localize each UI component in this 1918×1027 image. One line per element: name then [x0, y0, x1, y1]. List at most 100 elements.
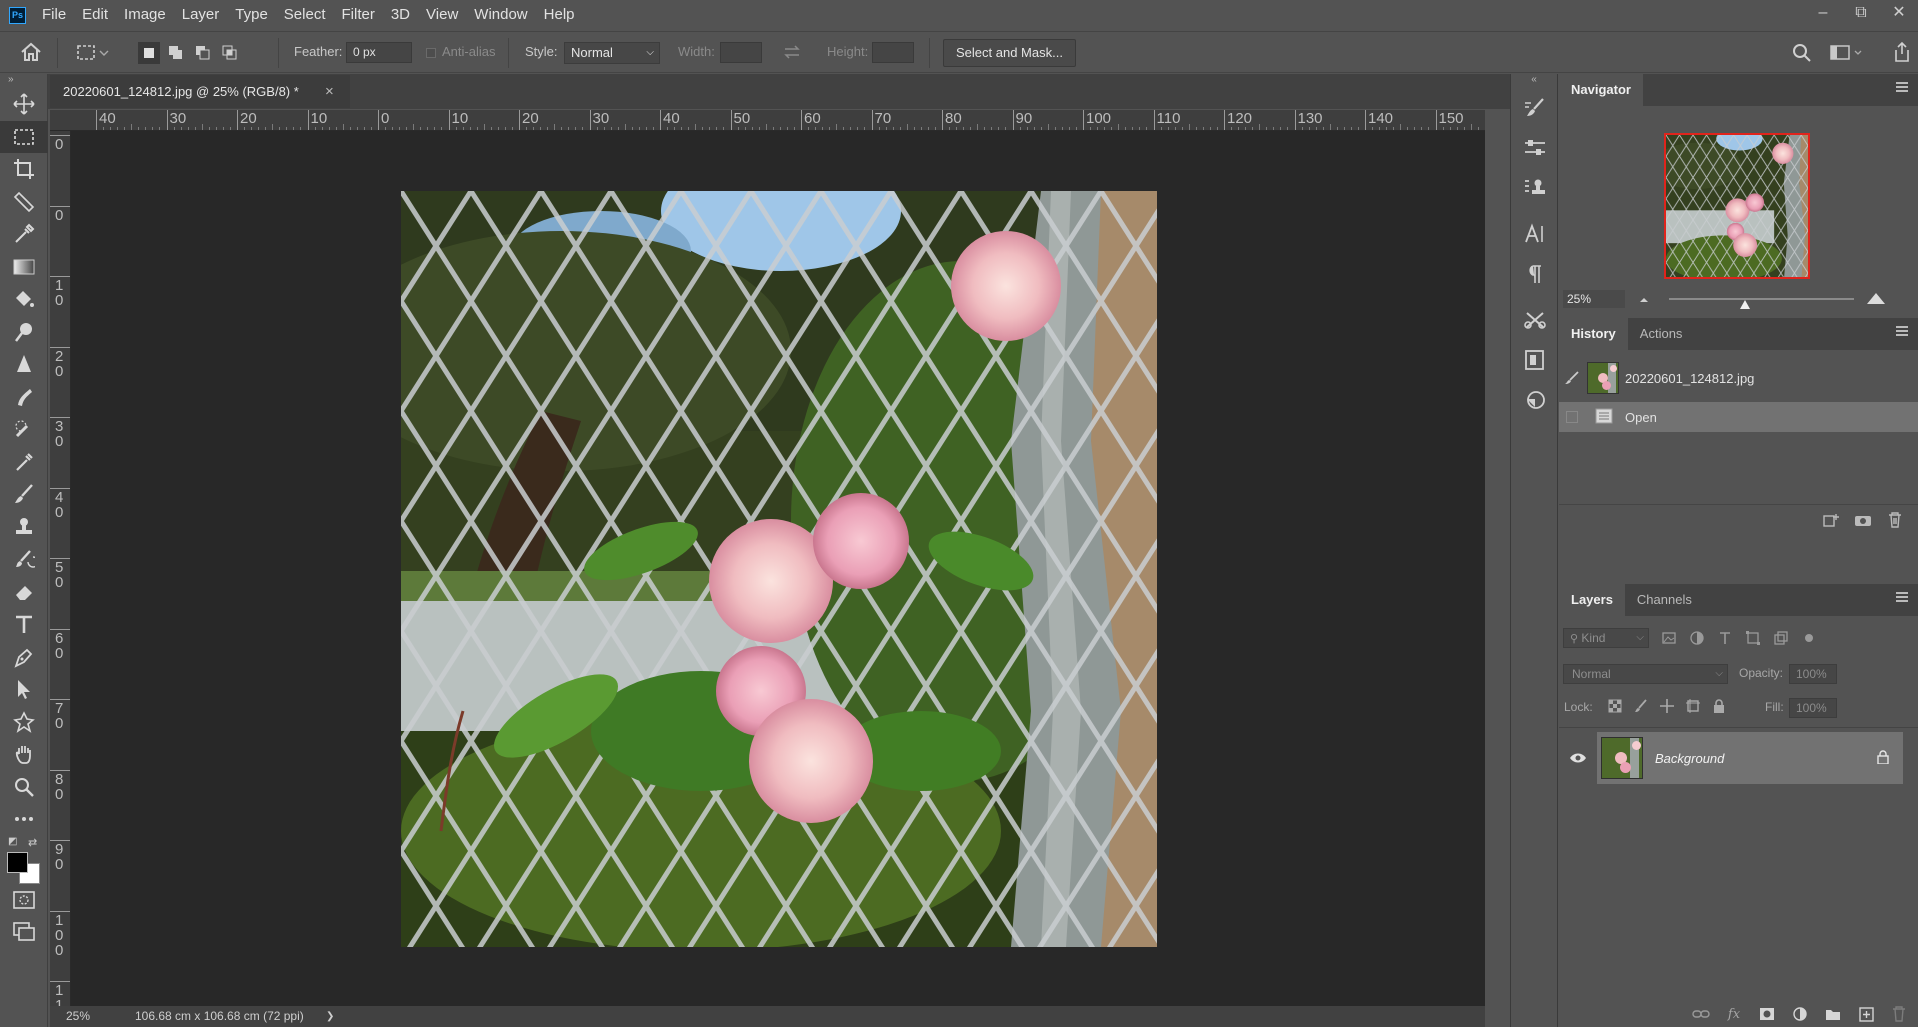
marquee-icon[interactable]	[0, 120, 48, 153]
tab-layers[interactable]: Layers	[1559, 584, 1625, 616]
sharpen-icon[interactable]	[0, 348, 48, 381]
menu-view[interactable]: View	[418, 0, 466, 30]
navigator-thumbnail[interactable]	[1664, 133, 1810, 279]
dodge-icon[interactable]	[0, 316, 48, 349]
zoom-out-icon[interactable]	[1637, 292, 1651, 308]
lock-artboard-icon[interactable]	[1685, 698, 1701, 714]
intersect-selection-icon[interactable]	[219, 42, 241, 64]
type-filter-icon[interactable]	[1717, 630, 1733, 646]
fill-input[interactable]: 100%	[1789, 698, 1837, 718]
camera-icon[interactable]	[1852, 509, 1874, 531]
menu-filter[interactable]: Filter	[334, 0, 383, 30]
paint-bucket-icon[interactable]	[0, 283, 48, 316]
layers-menu-icon[interactable]	[1896, 592, 1908, 602]
default-colors-icon[interactable]: ◩	[8, 836, 17, 847]
anti-alias-checkbox[interactable]	[426, 48, 436, 58]
new-group-icon[interactable]	[1822, 1003, 1844, 1025]
pen-icon[interactable]	[0, 641, 48, 674]
blend-mode-select[interactable]: Normal ⌵	[1563, 664, 1728, 684]
shapes-panel-icon[interactable]	[1511, 380, 1559, 420]
adjustment-filter-icon[interactable]	[1689, 630, 1705, 646]
new-adjustment-layer-icon[interactable]	[1789, 1003, 1811, 1025]
properties-icon[interactable]	[1511, 340, 1559, 380]
layer-filter-select[interactable]: ⚲ Kind ⌵	[1563, 628, 1649, 648]
history-step-open[interactable]: Open	[1559, 402, 1918, 432]
tool-presets-icon[interactable]	[1511, 300, 1559, 340]
swap-dimensions-icon[interactable]	[782, 44, 802, 63]
spot-healing-icon[interactable]	[0, 413, 48, 446]
menu-edit[interactable]: Edit	[74, 0, 116, 30]
document-image[interactable]	[401, 191, 1157, 947]
menu-select[interactable]: Select	[276, 0, 334, 30]
opacity-input[interactable]: 100%	[1789, 664, 1837, 684]
menu-window[interactable]: Window	[466, 0, 535, 30]
brush-icon[interactable]	[0, 478, 48, 511]
trash-icon[interactable]	[1884, 509, 1906, 531]
new-document-from-state-icon[interactable]	[1820, 509, 1842, 531]
collapse-icons-icon[interactable]: «	[1511, 74, 1557, 88]
marquee-preset-icon[interactable]	[76, 43, 110, 66]
select-and-mask-button[interactable]: Select and Mask...	[943, 39, 1076, 67]
menu-type[interactable]: Type	[227, 0, 276, 30]
foreground-color-swatch[interactable]	[7, 851, 28, 873]
brush-settings-icon[interactable]	[1511, 88, 1559, 128]
style-select[interactable]: Normal ⌵	[564, 42, 660, 64]
lock-pixels-icon[interactable]	[1633, 698, 1649, 714]
shape-icon[interactable]	[0, 706, 48, 739]
layer-row-background[interactable]: Background	[1559, 732, 1903, 784]
history-source-checkbox[interactable]	[1559, 411, 1585, 423]
search-icon[interactable]	[1792, 43, 1812, 66]
filter-toggle-icon[interactable]	[1801, 630, 1817, 646]
share-icon[interactable]	[1893, 41, 1911, 66]
quick-mask-icon[interactable]	[0, 884, 48, 917]
navigator-zoom-input[interactable]: 25%	[1563, 290, 1625, 308]
hand-icon[interactable]	[0, 738, 48, 771]
eyedropper-icon[interactable]	[0, 218, 48, 251]
menu-help[interactable]: Help	[536, 0, 583, 30]
minimize-button[interactable]: –	[1804, 0, 1842, 30]
more-tools-icon[interactable]	[0, 803, 48, 836]
menu-3d[interactable]: 3D	[383, 0, 418, 30]
crop-icon[interactable]	[0, 153, 48, 186]
status-menu-arrow[interactable]: ❯	[326, 1006, 334, 1027]
menu-image[interactable]: Image	[116, 0, 174, 30]
add-mask-icon[interactable]	[1756, 1003, 1778, 1025]
height-input[interactable]	[872, 42, 914, 63]
collapse-toolbar-icon[interactable]: »	[0, 74, 47, 88]
pixel-filter-icon[interactable]	[1661, 630, 1677, 646]
adjustments-icon[interactable]	[1511, 128, 1559, 168]
zoom-level[interactable]: 25%	[66, 1006, 90, 1027]
navigator-zoom-slider-thumb[interactable]	[1739, 297, 1751, 313]
feather-input[interactable]: 0 px	[346, 42, 412, 63]
home-icon[interactable]	[20, 42, 42, 65]
subtract-selection-icon[interactable]	[192, 42, 214, 64]
layer-lock-icon[interactable]	[1877, 750, 1889, 767]
tab-channels[interactable]: Channels	[1625, 584, 1704, 616]
smudge-icon[interactable]	[0, 381, 48, 414]
history-brush-icon[interactable]	[0, 543, 48, 576]
delete-layer-icon[interactable]	[1888, 1003, 1910, 1025]
horizontal-ruler[interactable]: 40 30 20 10 0 10 20 30 40 50 60 70 80 90 100 110 120 130 1…	[50, 110, 1485, 131]
lock-position-icon[interactable]	[1659, 698, 1675, 714]
close-tab-icon[interactable]: ×	[325, 75, 334, 108]
swap-colors-icon[interactable]: ⇄	[28, 836, 37, 849]
layer-name[interactable]: Background	[1655, 751, 1724, 766]
workspace-icon[interactable]	[1830, 44, 1864, 65]
new-selection-icon[interactable]	[138, 42, 160, 64]
zoom-icon[interactable]	[0, 771, 48, 804]
vertical-ruler[interactable]: 0 0 10 20 30 40 50 60 70 80 90 100 11	[50, 131, 71, 1006]
move-icon[interactable]	[0, 88, 48, 121]
history-snapshot[interactable]: 20220601_124812.jpg	[1559, 358, 1918, 398]
new-layer-icon[interactable]	[1855, 1003, 1877, 1025]
clone-source-icon[interactable]	[1511, 168, 1559, 208]
type-icon[interactable]	[0, 608, 48, 641]
menu-file[interactable]: File	[34, 0, 74, 30]
frame-icon[interactable]	[0, 186, 48, 219]
eraser-icon[interactable]	[0, 576, 48, 609]
gradient-icon[interactable]	[0, 251, 48, 284]
clone-stamp-icon[interactable]	[0, 511, 48, 544]
menu-layer[interactable]: Layer	[174, 0, 228, 30]
navigator-menu-icon[interactable]	[1896, 82, 1908, 92]
layer-style-icon[interactable]: fx	[1723, 1003, 1745, 1025]
width-input[interactable]	[720, 42, 762, 63]
